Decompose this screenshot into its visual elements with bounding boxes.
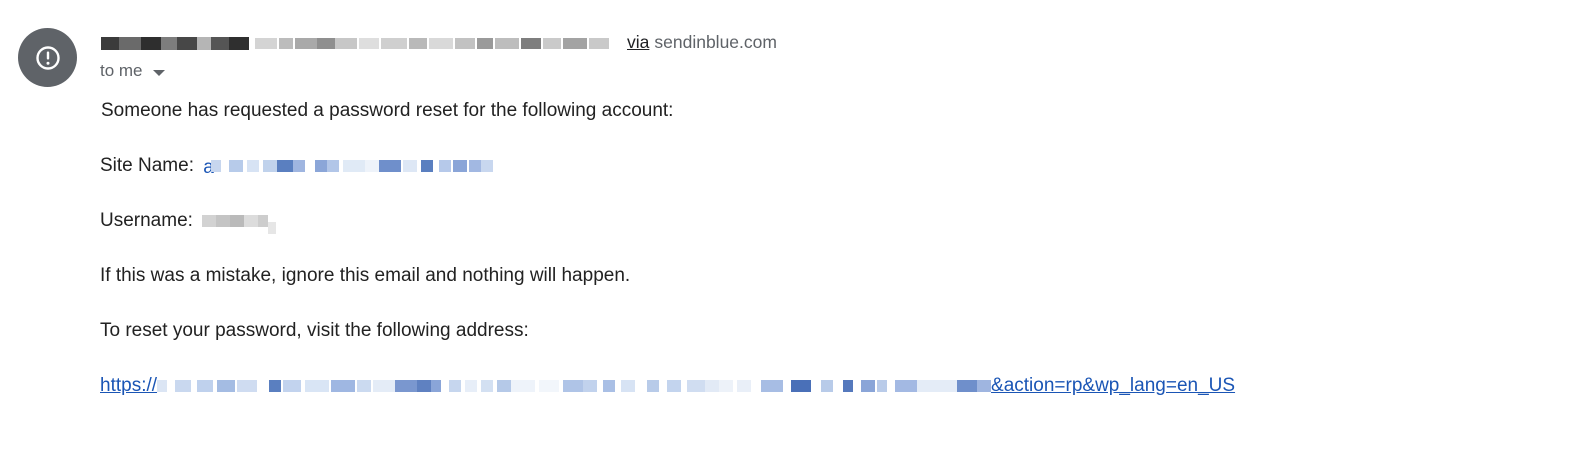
reset-link-prefix: https:// [100, 375, 158, 396]
relay-domain: sendinblue.com [654, 31, 777, 52]
alert-circle-icon [35, 45, 60, 70]
mistake-text: If this was a mistake, ignore this email… [100, 265, 631, 286]
via-link[interactable]: via [627, 32, 649, 53]
username-line: Username: [100, 208, 284, 234]
recipient-label: to me [100, 61, 143, 80]
username-value-redacted [202, 210, 284, 234]
site-name-label: Site Name: [100, 155, 194, 176]
site-name-value-redacted[interactable]: a [203, 155, 498, 178]
recipient-details-toggle[interactable]: to me [100, 59, 165, 83]
intro-text: Someone has requested a password reset f… [101, 100, 674, 121]
reset-password-link[interactable]: https:// &action=rp&wp_lang=en_US [100, 373, 1235, 399]
email-message: via sendinblue.com to me Someone has req… [0, 0, 1594, 458]
username-label: Username: [100, 210, 193, 231]
reset-instruction-text: To reset your password, visit the follow… [100, 320, 529, 341]
sender-email-redacted [255, 33, 625, 51]
site-name-line: Site Name: a [100, 153, 498, 179]
reset-link-suffix: &action=rp&wp_lang=en_US [991, 375, 1236, 396]
reset-link-token-redacted [157, 375, 992, 397]
sender-line: via sendinblue.com [101, 30, 777, 54]
sender-avatar[interactable] [18, 28, 77, 87]
chevron-down-icon [152, 69, 165, 76]
sender-name-redacted[interactable] [101, 33, 251, 51]
